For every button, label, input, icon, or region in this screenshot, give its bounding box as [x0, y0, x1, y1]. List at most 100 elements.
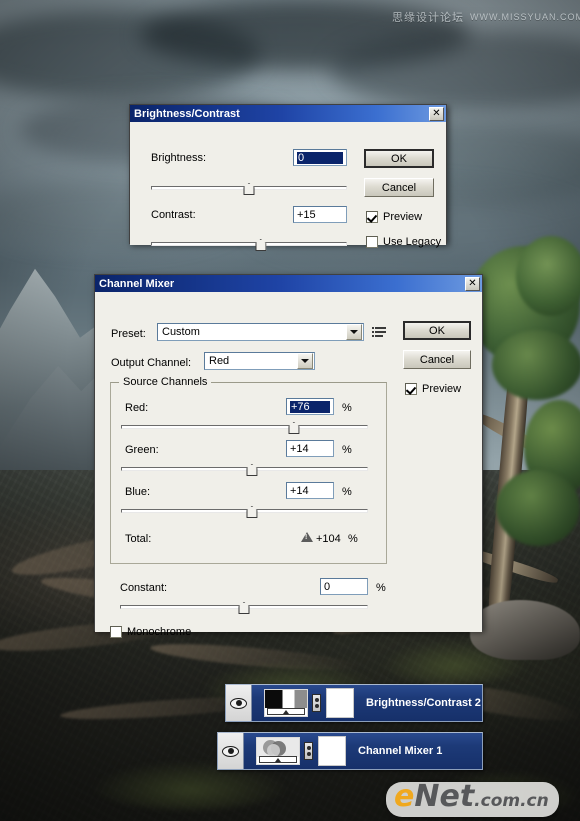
total-warning-icon	[301, 532, 313, 545]
green-channel-value: +14	[290, 442, 309, 455]
chevron-down-icon[interactable]	[346, 324, 362, 340]
green-channel-input[interactable]: +14	[286, 440, 334, 457]
eye-icon	[222, 745, 239, 757]
layer-mask-thumbnail[interactable]	[326, 688, 354, 718]
preset-combobox[interactable]: Custom	[157, 323, 364, 341]
contrast-slider-track	[151, 242, 347, 246]
blue-channel-label: Blue:	[125, 486, 151, 498]
eye-icon	[230, 697, 247, 709]
preset-options-menu-icon[interactable]	[372, 326, 389, 340]
ok-button[interactable]: OK	[364, 149, 434, 168]
brightness-input[interactable]: 0	[293, 149, 347, 166]
link-mask-icon[interactable]	[312, 694, 321, 712]
green-channel-slider[interactable]	[121, 463, 368, 476]
red-channel-input[interactable]: +76	[286, 398, 334, 415]
contrast-value: +15	[297, 208, 316, 221]
green-channel-unit: %	[342, 444, 352, 456]
cancel-button-label: Cancel	[419, 353, 455, 366]
total-value: +104	[316, 533, 341, 545]
brightness-contrast-body: Brightness: 0 Contrast: +15 OK Cancel Pr…	[130, 122, 446, 251]
watermark-top: 思缘设计论坛 WWW.MISSYUAN.COM	[392, 9, 580, 25]
close-icon[interactable]: ✕	[429, 106, 444, 121]
contrast-slider[interactable]	[151, 238, 347, 251]
close-icon-glyph: ✕	[432, 107, 441, 119]
layer-row-brightness-contrast[interactable]: Brightness/Contrast 2	[225, 684, 483, 722]
blue-channel-slider[interactable]	[121, 505, 368, 518]
watermark-site-url: WWW.MISSYUAN.COM	[470, 12, 580, 22]
preview-checkbox-label: Preview	[383, 211, 423, 223]
ok-button-label: OK	[429, 324, 445, 337]
brightness-label: Brightness:	[151, 152, 207, 164]
layer-name: Channel Mixer 1	[358, 745, 443, 757]
channel-mixer-body: Preset: Custom Output Channel: Red Sourc…	[95, 292, 482, 638]
blue-channel-unit: %	[342, 486, 352, 498]
use-legacy-checkbox[interactable]: Use Legacy	[366, 236, 441, 248]
dialog-title: Channel Mixer	[99, 277, 175, 290]
red-slider-thumb[interactable]	[288, 422, 300, 434]
red-channel-unit: %	[342, 402, 352, 414]
ok-button[interactable]: OK	[403, 321, 471, 340]
close-icon-glyph: ✕	[468, 277, 477, 289]
constant-label: Constant:	[120, 582, 168, 594]
constant-slider[interactable]	[120, 601, 368, 614]
blue-channel-value: +14	[290, 484, 309, 497]
enet-logo-domain: .com.cn	[474, 791, 549, 811]
checkbox-unchecked-icon	[110, 626, 122, 638]
red-slider-track	[121, 425, 368, 429]
checkbox-checked-icon	[405, 383, 417, 395]
green-slider-track	[121, 467, 368, 471]
source-channels-title: Source Channels	[119, 376, 212, 388]
contrast-slider-thumb[interactable]	[255, 239, 267, 251]
dialog-title-bar[interactable]: Brightness/Contrast ✕	[130, 105, 446, 122]
chevron-down-icon[interactable]	[297, 353, 313, 369]
preview-checkbox-label: Preview	[422, 383, 462, 395]
monochrome-checkbox-label: Monochrome	[127, 626, 192, 638]
constant-slider-thumb[interactable]	[238, 602, 250, 614]
cancel-button[interactable]: Cancel	[364, 178, 434, 197]
link-mask-icon[interactable]	[304, 742, 313, 760]
monochrome-checkbox[interactable]: Monochrome	[110, 626, 191, 638]
green-slider-thumb[interactable]	[246, 464, 258, 476]
layer-name: Brightness/Contrast 2	[366, 697, 481, 709]
green-channel-label: Green:	[125, 444, 159, 456]
layer-thumbnail-brightness-contrast[interactable]	[264, 689, 308, 717]
brightness-slider[interactable]	[151, 182, 347, 195]
blue-slider-thumb[interactable]	[246, 506, 258, 518]
cancel-button-label: Cancel	[381, 181, 417, 194]
source-channels-group: Source Channels Red: +76 % Green: +14 %	[110, 376, 387, 564]
dialog-title-bar[interactable]: Channel Mixer ✕	[95, 275, 482, 292]
checkbox-checked-icon	[366, 211, 378, 223]
constant-unit: %	[376, 582, 386, 594]
output-channel-label: Output Channel:	[111, 357, 192, 369]
preset-label: Preset:	[111, 328, 146, 340]
output-channel-combobox[interactable]: Red	[204, 352, 315, 370]
watermark-site-name: 思缘设计论坛	[392, 12, 464, 24]
layer-thumbnail-channel-mixer[interactable]	[256, 737, 300, 765]
layer-visibility-toggle[interactable]	[218, 733, 244, 769]
contrast-input[interactable]: +15	[293, 206, 347, 223]
ok-button-label: OK	[391, 152, 407, 165]
checkbox-unchecked-icon	[366, 236, 378, 248]
red-channel-value: +76	[290, 400, 330, 413]
cancel-button[interactable]: Cancel	[403, 350, 471, 369]
preset-value: Custom	[162, 326, 200, 338]
enet-logo: e Net .com.cn	[386, 782, 559, 817]
total-label: Total:	[125, 533, 152, 545]
layer-row-channel-mixer[interactable]: Channel Mixer 1	[217, 732, 483, 770]
channel-mixer-dialog: Channel Mixer ✕ Preset: Custom Output Ch…	[94, 274, 483, 638]
enet-logo-net: Net	[414, 779, 475, 814]
use-legacy-checkbox-label: Use Legacy	[383, 236, 442, 248]
layer-visibility-toggle[interactable]	[226, 685, 252, 721]
screenshot-root: 思缘设计论坛 WWW.MISSYUAN.COM e Net .com.cn Br…	[0, 0, 580, 821]
blue-channel-input[interactable]: +14	[286, 482, 334, 499]
close-icon[interactable]: ✕	[465, 276, 480, 291]
brightness-contrast-dialog: Brightness/Contrast ✕ Brightness: 0 Cont…	[129, 104, 447, 251]
enet-logo-e: e	[394, 779, 415, 814]
brightness-slider-thumb[interactable]	[243, 183, 255, 195]
constant-input[interactable]: 0	[320, 578, 368, 595]
brightness-value: 0	[297, 151, 343, 164]
layer-mask-thumbnail[interactable]	[318, 736, 346, 766]
red-channel-slider[interactable]	[121, 421, 368, 434]
preview-checkbox[interactable]: Preview	[405, 383, 461, 395]
preview-checkbox[interactable]: Preview	[366, 211, 422, 223]
